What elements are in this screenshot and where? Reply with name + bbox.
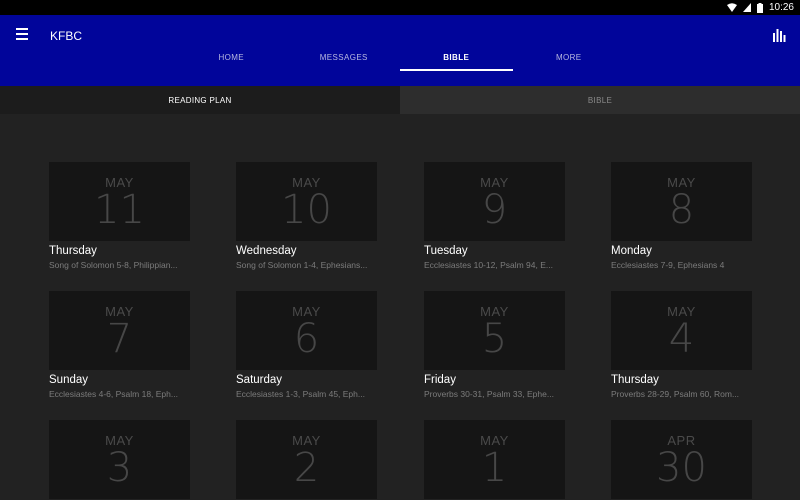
- date-day: 5: [481, 316, 508, 362]
- subtab-reading-plan[interactable]: READING PLAN: [0, 86, 400, 114]
- weekday-label: Thursday: [611, 374, 659, 386]
- date-box: MAY 7: [49, 291, 190, 370]
- date-box: MAY 2: [236, 420, 377, 499]
- menu-icon[interactable]: [16, 28, 30, 40]
- reading-day-card[interactable]: MAY 2: [236, 420, 377, 499]
- date-day: 3: [106, 445, 133, 491]
- reading-day-card[interactable]: MAY 5 Friday Proverbs 30-31, Psalm 33, E…: [424, 291, 565, 399]
- date-box: MAY 5: [424, 291, 565, 370]
- reading-day-card[interactable]: MAY 8 Monday Ecclesiastes 7-9, Ephesians…: [611, 162, 752, 270]
- date-day: 7: [106, 316, 133, 362]
- sub-tabs: READING PLAN BIBLE: [0, 86, 800, 114]
- reading-day-card[interactable]: MAY 9 Tuesday Ecclesiastes 10-12, Psalm …: [424, 162, 565, 270]
- date-day: 30: [656, 445, 707, 491]
- date-day: 1: [481, 445, 508, 491]
- date-day: 6: [293, 316, 320, 362]
- date-box: MAY 9: [424, 162, 565, 241]
- app-bar: KFBC HOME MESSAGES BIBLE MORE: [0, 15, 800, 86]
- tab-more[interactable]: MORE: [513, 44, 626, 71]
- date-box: APR 30: [611, 420, 752, 499]
- date-box: MAY 11: [49, 162, 190, 241]
- reading-day-card[interactable]: MAY 1: [424, 420, 565, 499]
- reading-day-card[interactable]: MAY 10 Wednesday Song of Solomon 1-4, Ep…: [236, 162, 377, 270]
- date-day: 8: [668, 187, 695, 233]
- wifi-icon: [726, 3, 737, 12]
- weekday-label: Saturday: [236, 374, 283, 386]
- tab-home[interactable]: HOME: [175, 44, 288, 71]
- reading-passages: Ecclesiastes 4-6, Psalm 18, Eph...: [49, 389, 178, 399]
- battery-icon: [756, 2, 763, 13]
- reading-passages: Ecclesiastes 10-12, Psalm 94, E...: [424, 260, 553, 270]
- reading-passages: Ecclesiastes 7-9, Ephesians 4: [611, 260, 725, 270]
- weekday-label: Tuesday: [424, 245, 468, 257]
- main-tabs: HOME MESSAGES BIBLE MORE: [175, 44, 625, 71]
- reading-passages: Song of Solomon 1-4, Ephesians...: [236, 260, 368, 270]
- date-box: MAY 1: [424, 420, 565, 499]
- reading-passages: Song of Solomon 5-8, Philippian...: [49, 260, 178, 270]
- date-day: 11: [94, 187, 145, 233]
- app-title: KFBC: [50, 29, 83, 43]
- weekday-label: Wednesday: [236, 245, 297, 257]
- weekday-label: Friday: [424, 374, 456, 386]
- weekday-label: Sunday: [49, 374, 89, 386]
- reading-passages: Proverbs 28-29, Psalm 60, Rom...: [611, 389, 740, 399]
- date-day: 4: [668, 316, 695, 362]
- status-bar: 10:26: [0, 0, 800, 15]
- tab-messages[interactable]: MESSAGES: [288, 44, 401, 71]
- date-box: MAY 10: [236, 162, 377, 241]
- date-box: MAY 3: [49, 420, 190, 499]
- date-day: 10: [281, 187, 332, 233]
- date-box: MAY 6: [236, 291, 377, 370]
- bar-chart-icon[interactable]: [772, 28, 786, 42]
- signal-icon: [742, 3, 751, 12]
- reading-passages: Ecclesiastes 1-3, Psalm 45, Eph...: [236, 389, 365, 399]
- date-box: MAY 8: [611, 162, 752, 241]
- reading-day-card[interactable]: MAY 4 Thursday Proverbs 28-29, Psalm 60,…: [611, 291, 752, 399]
- date-day: 9: [481, 187, 508, 233]
- reading-day-card[interactable]: MAY 11 Thursday Song of Solomon 5-8, Phi…: [49, 162, 190, 270]
- status-time: 10:26: [768, 2, 794, 13]
- reading-day-card[interactable]: MAY 7 Sunday Ecclesiastes 4-6, Psalm 18,…: [49, 291, 190, 399]
- reading-passages: Proverbs 30-31, Psalm 33, Ephe...: [424, 389, 554, 399]
- reading-plan-grid: MAY 11 Thursday Song of Solomon 5-8, Phi…: [0, 114, 800, 500]
- tab-bible[interactable]: BIBLE: [400, 44, 513, 71]
- subtab-bible[interactable]: BIBLE: [400, 86, 800, 114]
- weekday-label: Monday: [611, 245, 652, 257]
- date-day: 2: [293, 445, 320, 491]
- reading-day-card[interactable]: APR 30: [611, 420, 752, 499]
- date-box: MAY 4: [611, 291, 752, 370]
- reading-day-card[interactable]: MAY 3: [49, 420, 190, 499]
- weekday-label: Thursday: [49, 245, 97, 257]
- reading-day-card[interactable]: MAY 6 Saturday Ecclesiastes 1-3, Psalm 4…: [236, 291, 377, 399]
